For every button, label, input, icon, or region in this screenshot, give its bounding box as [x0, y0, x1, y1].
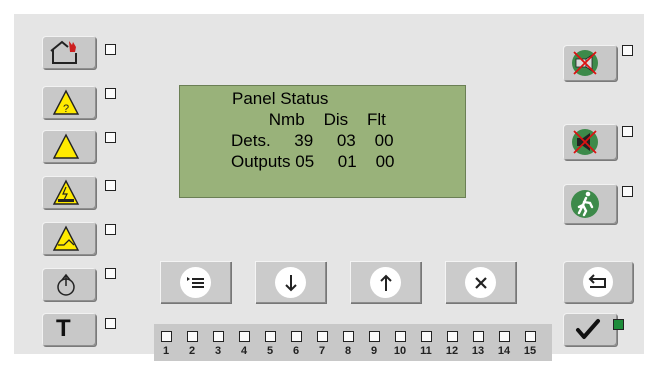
zone-led — [395, 331, 406, 342]
zone-number: 4 — [240, 345, 248, 357]
test-t-button[interactable]: T — [42, 313, 96, 346]
zone-led — [187, 331, 198, 342]
evacuate-led — [622, 186, 633, 197]
zone-led — [369, 331, 380, 342]
fault-button[interactable] — [42, 130, 96, 163]
zone-number: 10 — [393, 345, 407, 357]
svg-text:?: ? — [63, 103, 69, 115]
zone-led — [317, 331, 328, 342]
zone-led — [525, 331, 536, 342]
zone-led — [473, 331, 484, 342]
zone-number: 9 — [370, 345, 378, 357]
test-t-led — [105, 318, 116, 329]
zone-led — [343, 331, 354, 342]
zone-number: 8 — [344, 345, 352, 357]
test-triangle-icon — [52, 225, 80, 251]
zone-led — [421, 331, 432, 342]
down-button[interactable] — [255, 261, 326, 303]
check-icon — [576, 319, 600, 339]
display-header-row: Nmb Dis Flt — [231, 110, 386, 129]
back-button[interactable] — [563, 261, 633, 303]
evacuate-button[interactable] — [563, 184, 617, 224]
zone-led — [447, 331, 458, 342]
warning-triangle-icon — [52, 133, 80, 159]
sounder-silence-button[interactable] — [563, 124, 617, 160]
zone-led — [213, 331, 224, 342]
zone-led — [265, 331, 276, 342]
cancel-button[interactable] — [445, 261, 516, 303]
zone-number: 5 — [266, 345, 274, 357]
test-t-icon: T — [56, 315, 71, 342]
display-dets-row: Dets. 39 03 00 — [231, 131, 394, 150]
menu-icon — [186, 276, 204, 288]
arrow-up-icon — [379, 274, 392, 291]
zone-led — [499, 331, 510, 342]
up-button[interactable] — [350, 261, 421, 303]
accept-button[interactable] — [563, 313, 617, 346]
arrow-down-icon — [284, 274, 297, 291]
test-led — [105, 224, 116, 235]
power-icon — [57, 273, 75, 296]
zone-number: 15 — [523, 345, 537, 357]
zone-number: 14 — [497, 345, 511, 357]
zone-led — [291, 331, 302, 342]
zone-number: 6 — [292, 345, 300, 357]
house-fire-icon — [50, 40, 77, 64]
buzzer-mute-icon — [572, 50, 598, 76]
zone-number: 7 — [318, 345, 326, 357]
buzzer-mute-button[interactable] — [563, 45, 617, 81]
menu-button[interactable] — [160, 261, 231, 303]
power-button[interactable] — [42, 268, 96, 301]
buzzer-mute-led — [622, 45, 633, 56]
electrical-fault-icon — [52, 179, 80, 205]
zone-number: 12 — [445, 345, 459, 357]
electrical-fault-button[interactable] — [42, 176, 96, 209]
control-panel: ? T Panel Status Nmb Dis Flt Dets. 39 03… — [14, 14, 644, 361]
electrical-fault-led — [105, 180, 116, 191]
accept-led — [613, 319, 624, 330]
cancel-icon — [474, 276, 487, 289]
display-outputs-row: Outputs 05 01 00 — [231, 152, 395, 171]
zone-number: 2 — [188, 345, 196, 357]
zone-number: 11 — [420, 345, 432, 357]
lcd-display: Panel Status Nmb Dis Flt Dets. 39 03 00 … — [179, 85, 466, 198]
evacuate-icon — [571, 190, 599, 218]
fault-led — [105, 132, 116, 143]
sounder-silence-icon — [572, 129, 598, 155]
warning-question-led — [105, 88, 116, 99]
zone-indicator-bar: 1 2 3 4 5 6 7 8 9 10 11 12 13 14 15 — [154, 324, 552, 361]
back-icon — [583, 267, 613, 297]
power-led — [105, 268, 116, 279]
fire-button[interactable] — [42, 36, 96, 69]
warning-question-icon: ? — [52, 89, 80, 115]
warning-question-button[interactable]: ? — [42, 86, 96, 119]
zone-led — [239, 331, 250, 342]
test-button[interactable] — [42, 222, 96, 255]
zone-number: 1 — [162, 345, 170, 357]
zone-number: 3 — [214, 345, 222, 357]
zone-number: 13 — [471, 345, 485, 357]
sounder-silence-led — [622, 126, 633, 137]
fire-led — [105, 44, 116, 55]
display-title: Panel Status — [232, 89, 329, 108]
zone-led — [161, 331, 172, 342]
